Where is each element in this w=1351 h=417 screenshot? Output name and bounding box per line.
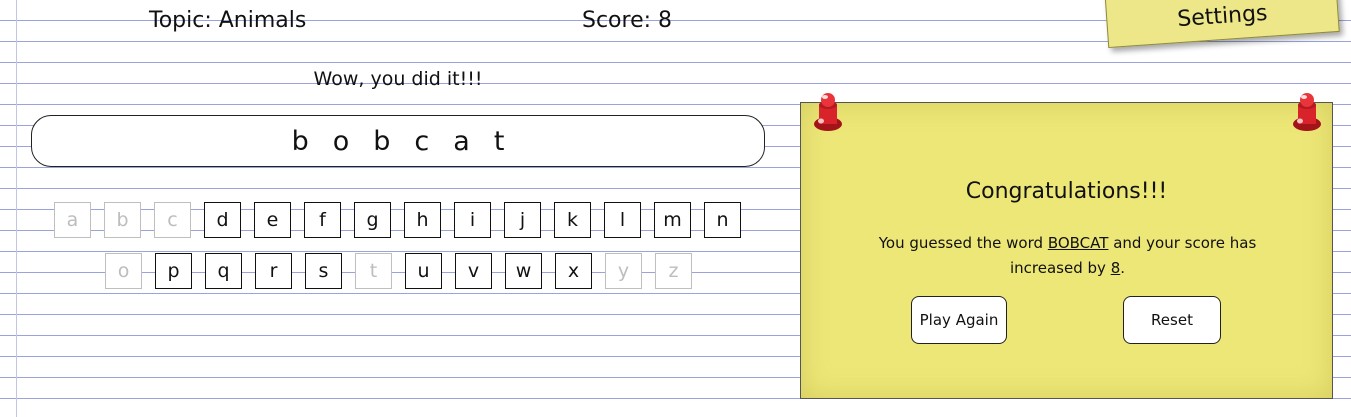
congratulations-title: Congratulations!!! <box>965 179 1168 204</box>
result-text-suffix: . <box>1120 259 1126 277</box>
settings-button[interactable]: Settings <box>1104 0 1340 49</box>
keyboard-row-2: opqrstuvwxyz <box>105 253 705 289</box>
letter-key-t: t <box>355 253 392 289</box>
letter-key-o: o <box>105 253 142 289</box>
word-letter: a <box>453 125 470 157</box>
letter-key-w[interactable]: w <box>505 253 542 289</box>
letter-key-g[interactable]: g <box>354 202 391 238</box>
points-value: 8 <box>1110 259 1121 277</box>
result-text-prefix: You guessed the word <box>878 234 1044 252</box>
letter-key-a: a <box>54 202 91 238</box>
letter-key-v[interactable]: v <box>455 253 492 289</box>
congratulations-note: Congratulations!!! You guessed the word … <box>800 93 1333 399</box>
letter-key-c: c <box>154 202 191 238</box>
letter-key-x[interactable]: x <box>555 253 592 289</box>
letter-key-k[interactable]: k <box>554 202 591 238</box>
word-letter: o <box>332 125 350 157</box>
letter-key-i[interactable]: i <box>454 202 491 238</box>
letter-key-q[interactable]: q <box>205 253 242 289</box>
reset-button[interactable]: Reset <box>1123 296 1221 344</box>
result-description: You guessed the word BOBCAT and your sco… <box>859 231 1276 281</box>
letter-key-e[interactable]: e <box>254 202 291 238</box>
topic-label: Topic: Animals <box>149 8 307 33</box>
letter-key-b: b <box>104 202 141 238</box>
letter-key-s[interactable]: s <box>305 253 342 289</box>
letter-key-j[interactable]: j <box>504 202 541 238</box>
letter-key-h[interactable]: h <box>404 202 441 238</box>
word-letter: b <box>291 125 309 157</box>
word-display: b o b c a t <box>31 115 765 167</box>
pushpin-icon <box>814 93 842 131</box>
letter-key-d[interactable]: d <box>204 202 241 238</box>
pushpin-icon <box>1293 93 1321 131</box>
guessed-word: BOBCAT <box>1047 234 1109 252</box>
keyboard-row-1: abcdefghijklmn <box>54 202 754 238</box>
letter-key-u[interactable]: u <box>405 253 442 289</box>
score-label: Score: 8 <box>582 8 673 33</box>
word-letter: t <box>493 125 505 157</box>
letter-key-p[interactable]: p <box>155 253 192 289</box>
result-message: Wow, you did it!!! <box>313 68 483 90</box>
word-letter: c <box>414 125 430 157</box>
play-again-button[interactable]: Play Again <box>911 296 1007 344</box>
letter-key-l[interactable]: l <box>604 202 641 238</box>
letter-key-y: y <box>605 253 642 289</box>
word-letter: b <box>373 125 391 157</box>
letter-key-f[interactable]: f <box>304 202 341 238</box>
letter-key-z: z <box>655 253 692 289</box>
letter-key-m[interactable]: m <box>654 202 691 238</box>
letter-key-r[interactable]: r <box>255 253 292 289</box>
letter-key-n[interactable]: n <box>704 202 741 238</box>
